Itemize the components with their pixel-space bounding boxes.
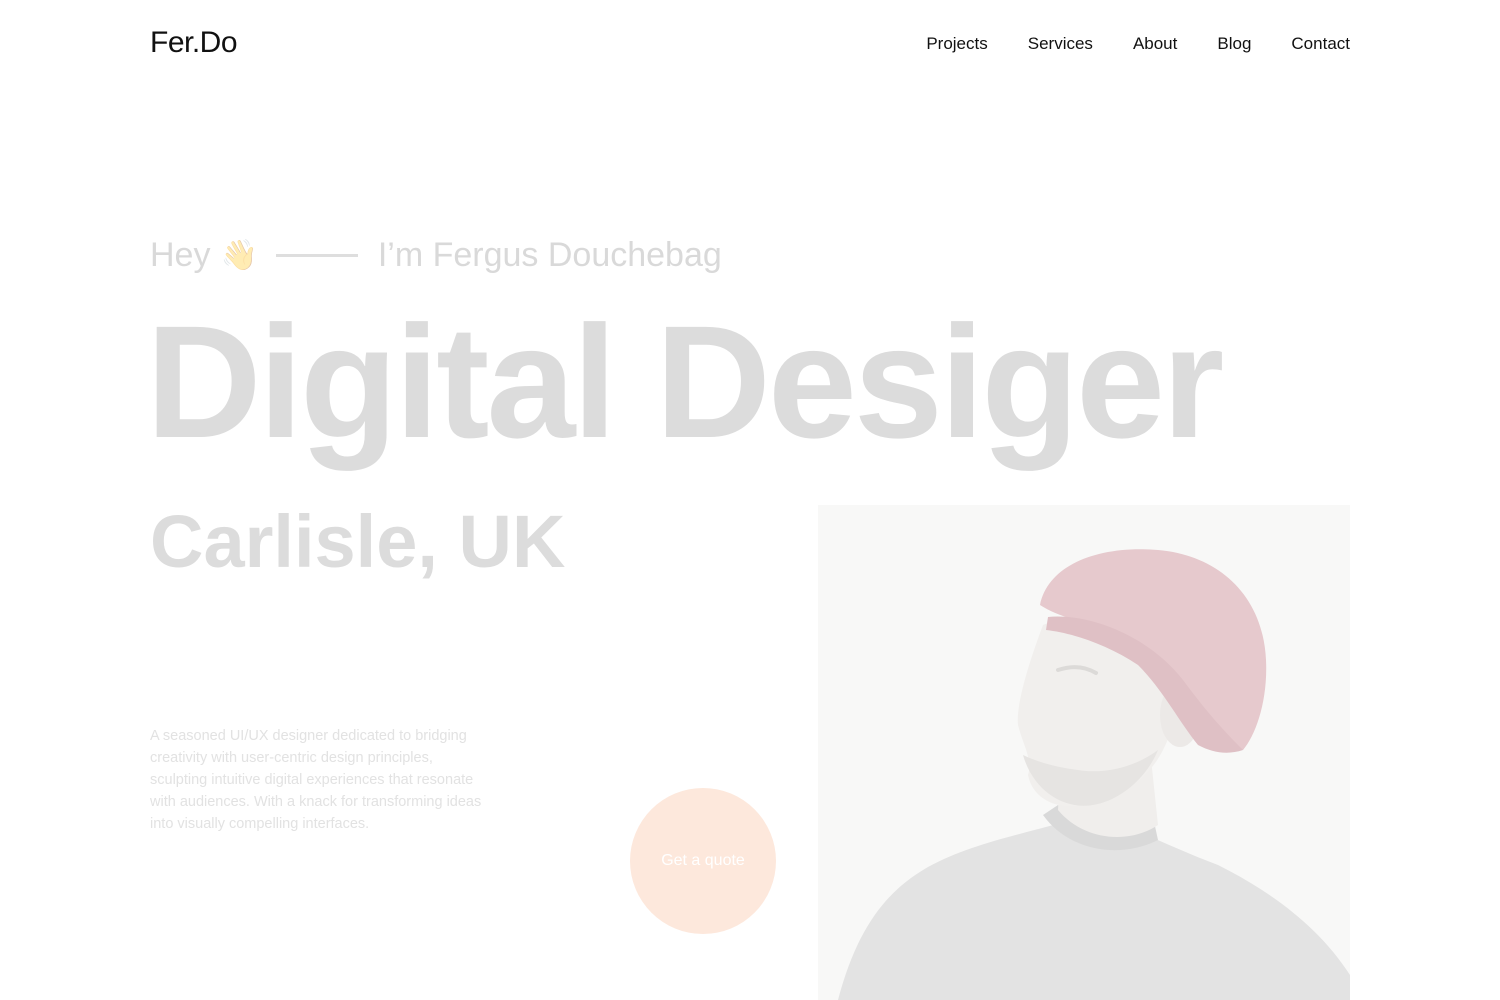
nav-contact[interactable]: Contact	[1291, 34, 1350, 54]
hero-description: A seasoned UI/UX designer dedicated to b…	[150, 728, 482, 832]
page: Fer.Do Projects Services About Blog Cont…	[0, 0, 1500, 1000]
main-nav: Projects Services About Blog Contact	[926, 34, 1350, 54]
divider	[275, 254, 358, 257]
nav-projects[interactable]: Projects	[926, 34, 987, 54]
nav-services[interactable]: Services	[1028, 34, 1093, 54]
greeting-line: Hey 👋 I’m Fergus Douchebag	[150, 236, 722, 275]
portrait-image	[818, 505, 1350, 1000]
hero-location: Carlisle, UK	[150, 500, 566, 583]
waving-hand-icon: 👋	[220, 238, 258, 273]
nav-about[interactable]: About	[1133, 34, 1177, 54]
intro-text: I’m Fergus Douchebag	[377, 236, 722, 274]
nav-blog[interactable]: Blog	[1217, 34, 1251, 54]
get-quote-button[interactable]: Get a quote	[630, 788, 776, 934]
greeting-text: Hey	[150, 236, 211, 274]
hero-headline: Digital Desiger	[146, 292, 1224, 471]
logo[interactable]: Fer.Do	[150, 26, 238, 60]
